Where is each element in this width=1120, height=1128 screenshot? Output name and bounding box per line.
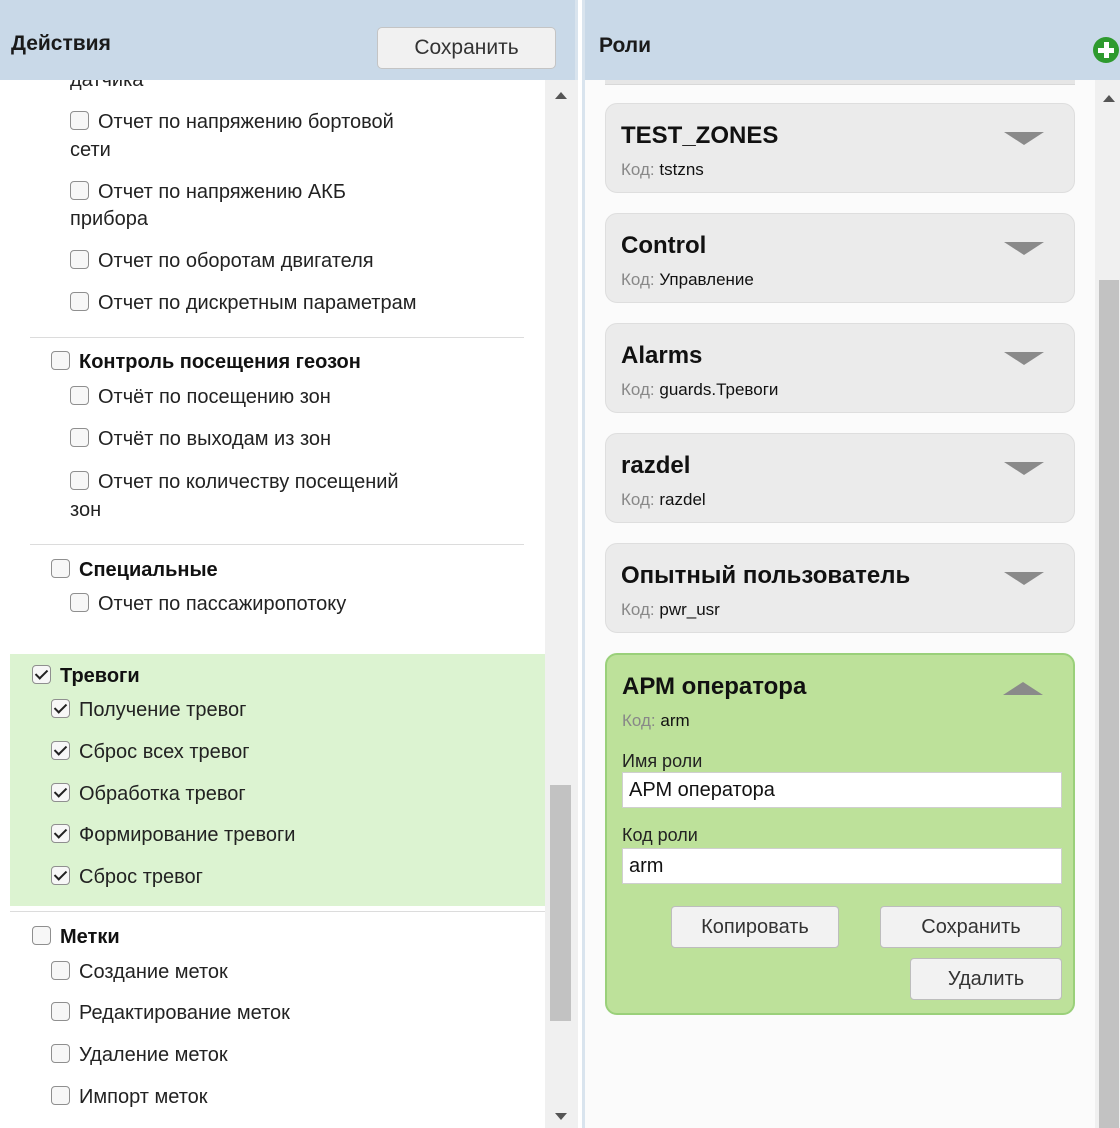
scroll-down-icon[interactable]: [555, 1113, 567, 1120]
group-marks[interactable]: Метки: [32, 925, 120, 949]
list-item[interactable]: Отчет по напряжению АКБ: [70, 180, 346, 204]
checkbox-icon[interactable]: [70, 181, 89, 201]
list-item[interactable]: Отчет по пассажиропотоку: [70, 592, 346, 616]
group-special[interactable]: Специальные: [51, 558, 218, 582]
role-code: Код: pwr_usr: [621, 600, 720, 619]
role-code-label: Код роли: [622, 825, 698, 845]
role-code: Код: guards.Тревоги: [621, 380, 779, 399]
list-item[interactable]: Редактирование меток: [51, 1001, 290, 1025]
role-code: Код: tstzns: [621, 160, 704, 179]
role-name: razdel: [621, 452, 691, 479]
roles-scrollbar[interactable]: [1095, 80, 1120, 1128]
chevron-down-icon[interactable]: [1004, 572, 1044, 585]
actions-header: Действия Сохранить: [0, 0, 578, 80]
list-item[interactable]: Импорт меток: [51, 1085, 208, 1109]
divider: [30, 544, 524, 545]
chevron-up-icon[interactable]: [1003, 682, 1043, 695]
role-name: АРМ оператора: [622, 673, 807, 700]
role-code-input[interactable]: [622, 848, 1062, 884]
role-name: Alarms: [621, 342, 703, 369]
role-name: Опытный пользователь: [621, 562, 911, 589]
role-card-partial[interactable]: [605, 80, 1075, 85]
roles-title: Роли: [599, 34, 652, 57]
checkbox-icon[interactable]: [70, 471, 89, 491]
checkbox-icon[interactable]: [32, 926, 51, 946]
checkbox-icon[interactable]: [70, 386, 89, 406]
list-item[interactable]: Сброс всех тревог: [51, 740, 250, 764]
roles-list: TEST_ZONES Код: tstzns Control Код: Упра…: [585, 80, 1095, 1128]
checkbox-icon[interactable]: [51, 1086, 70, 1106]
list-item-label: прибора: [70, 208, 148, 230]
chevron-down-icon[interactable]: [1004, 352, 1044, 365]
checkbox-icon[interactable]: [70, 250, 89, 270]
chevron-down-icon[interactable]: [1004, 242, 1044, 255]
role-card-expanded[interactable]: АРМ оператора Код: arm Имя роли Код роли…: [605, 653, 1075, 1015]
role-card[interactable]: TEST_ZONES Код: tstzns: [605, 103, 1075, 193]
save-role-button[interactable]: Сохранить: [880, 906, 1062, 948]
actions-title: Действия: [11, 32, 111, 55]
checkbox-icon[interactable]: [51, 1002, 70, 1022]
list-item[interactable]: Формирование тревоги: [51, 823, 295, 847]
checkbox-icon[interactable]: [70, 593, 89, 613]
list-item[interactable]: Создание меток: [51, 960, 228, 984]
list-item[interactable]: Отчёт по выходам из зон: [70, 427, 331, 451]
checkbox-icon[interactable]: [51, 866, 70, 886]
group-alarms[interactable]: Тревоги: [32, 664, 140, 688]
checkbox-icon[interactable]: [51, 1044, 70, 1064]
role-card[interactable]: Control Код: Управление: [605, 213, 1075, 303]
list-item[interactable]: Получение тревог: [51, 698, 246, 722]
list-item[interactable]: Обработка тревог: [51, 782, 246, 806]
divider: [30, 337, 524, 338]
scroll-up-icon[interactable]: [555, 92, 567, 99]
checkbox-icon[interactable]: [51, 741, 70, 761]
add-role-icon[interactable]: [1093, 37, 1119, 63]
checkbox-icon[interactable]: [51, 351, 70, 371]
list-item[interactable]: Отчет по оборотам двигателя: [70, 249, 374, 273]
roles-header: Роли: [585, 0, 1120, 80]
role-name: TEST_ZONES: [621, 122, 779, 149]
checkbox-icon[interactable]: [51, 699, 70, 719]
list-item-label: сети: [70, 139, 111, 161]
group-geozones[interactable]: Контроль посещения геозон: [51, 350, 361, 374]
delete-button[interactable]: Удалить: [910, 958, 1062, 1000]
list-item[interactable]: Отчет по количеству посещений: [70, 470, 399, 494]
chevron-down-icon[interactable]: [1004, 462, 1044, 475]
scrollbar-thumb[interactable]: [550, 785, 571, 1021]
role-card[interactable]: razdel Код: razdel: [605, 433, 1075, 523]
checkbox-icon[interactable]: [51, 559, 70, 579]
actions-panel: Действия Сохранить датчика Отчет по напр…: [0, 0, 578, 1128]
list-item[interactable]: Сброс тревог: [51, 865, 203, 889]
list-item-label: датчика: [70, 80, 144, 91]
divider: [10, 911, 545, 912]
chevron-down-icon[interactable]: [1004, 132, 1044, 145]
actions-scrollbar[interactable]: [545, 80, 578, 1128]
list-item[interactable]: Отчет по дискретным параметрам: [70, 291, 416, 315]
roles-panel: Роли TEST_ZONES Код: tstzns Control Код:…: [582, 0, 1120, 1128]
list-item[interactable]: Отчёт по посещению зон: [70, 385, 331, 409]
role-name: Control: [621, 232, 707, 259]
role-card[interactable]: Опытный пользователь Код: pwr_usr: [605, 543, 1075, 633]
checkbox-icon[interactable]: [70, 292, 89, 312]
copy-button[interactable]: Копировать: [671, 906, 839, 948]
role-card[interactable]: Alarms Код: guards.Тревоги: [605, 323, 1075, 413]
checkbox-icon[interactable]: [32, 665, 51, 685]
role-name-input[interactable]: [622, 772, 1062, 808]
checkbox-icon[interactable]: [51, 783, 70, 803]
role-code: Код: arm: [622, 711, 690, 730]
role-name-label: Имя роли: [622, 751, 703, 771]
checkbox-icon[interactable]: [70, 111, 89, 131]
list-item-label: зон: [70, 499, 102, 521]
list-item[interactable]: Отчет по напряжению бортовой: [70, 110, 394, 134]
actions-list: датчика Отчет по напряжению бортовой сет…: [0, 80, 545, 1128]
actions-save-button[interactable]: Сохранить: [377, 27, 556, 69]
role-code: Код: Управление: [621, 270, 754, 289]
checkbox-icon[interactable]: [70, 428, 89, 448]
scroll-up-icon[interactable]: [1103, 95, 1115, 102]
checkbox-icon[interactable]: [51, 824, 70, 844]
scrollbar-thumb[interactable]: [1099, 280, 1119, 1128]
list-item[interactable]: Удаление меток: [51, 1043, 228, 1067]
checkbox-icon[interactable]: [51, 961, 70, 981]
role-code: Код: razdel: [621, 490, 706, 509]
